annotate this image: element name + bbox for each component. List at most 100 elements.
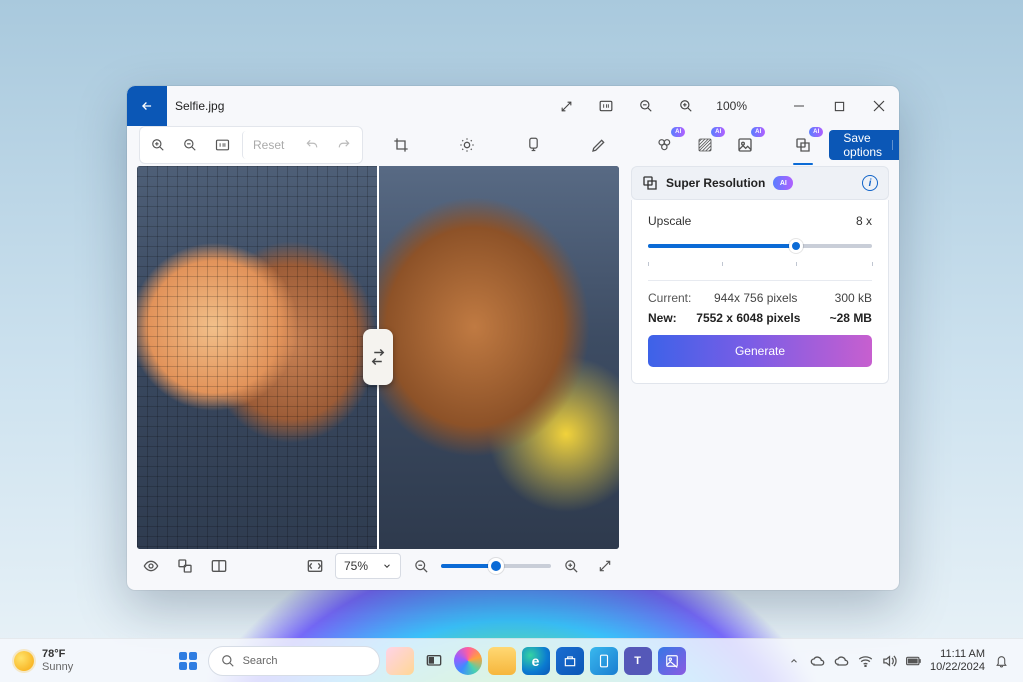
taskbar-file-explorer[interactable] [488, 647, 516, 675]
adjust-tool[interactable] [453, 131, 481, 159]
erase-tool[interactable]: AI [651, 131, 679, 159]
panel-title: Super Resolution [666, 176, 765, 190]
taskbar-edge[interactable]: e [522, 647, 550, 675]
background-tool[interactable]: AI [691, 131, 719, 159]
zoom-out-button[interactable] [630, 90, 662, 122]
new-dimensions-row: New: 7552 x 6048 pixels ~28 MB [648, 311, 872, 325]
desktop-wallpaper: Selfie.jpg 100% [0, 0, 1023, 682]
notifications-icon[interactable] [993, 653, 1009, 669]
weather-condition: Sunny [42, 661, 73, 673]
super-resolution-icon [795, 137, 811, 153]
taskbar-store[interactable] [556, 647, 584, 675]
upscale-slider[interactable] [648, 234, 872, 258]
new-label: New: [648, 311, 677, 325]
taskbar-copilot[interactable] [454, 647, 482, 675]
current-dimensions-row: Current: 944x 756 pixels 300 kB [648, 291, 872, 305]
crop-tool[interactable] [387, 131, 415, 159]
panel-header: Super Resolution AI i [631, 166, 889, 200]
new-size: ~28 MB [820, 311, 872, 325]
save-options-button[interactable]: Save options [829, 130, 899, 160]
eye-icon [143, 558, 159, 574]
slider-ticks [648, 262, 872, 270]
close-button[interactable] [863, 90, 895, 122]
cloud-icon[interactable] [834, 653, 850, 669]
zoom-out-icon [414, 559, 429, 574]
maximize-button[interactable] [823, 90, 855, 122]
after-image [378, 166, 619, 549]
current-pixels: 944x 756 pixels [714, 291, 797, 305]
zoom-in-button[interactable] [670, 90, 702, 122]
system-tray[interactable]: 11:11 AM 10/22/2024 [786, 648, 1009, 672]
ai-badge-icon: AI [773, 176, 793, 190]
photos-editor-window: Selfie.jpg 100% [127, 86, 899, 590]
toggle-preview-button[interactable] [137, 552, 165, 580]
tray-chevron-up[interactable] [786, 653, 802, 669]
taskbar-search[interactable]: Search [208, 646, 380, 676]
compare-layers-icon [177, 558, 193, 574]
minimize-icon [793, 100, 805, 112]
image-canvas[interactable] [137, 166, 619, 549]
task-view-icon [426, 654, 442, 668]
taskbar-date: 10/22/2024 [930, 661, 985, 673]
restyle-icon [737, 137, 753, 153]
taskbar: 78°F Sunny Search e T [0, 638, 1023, 682]
compare-toggle-button[interactable] [171, 552, 199, 580]
file-name: Selfie.jpg [175, 99, 224, 113]
before-image [137, 166, 378, 549]
search-placeholder: Search [243, 655, 278, 667]
panel-body: Upscale 8 x Current: 944x 756 pixel [631, 200, 889, 384]
super-resolution-tool[interactable]: AI [789, 131, 817, 159]
filter-icon [526, 137, 541, 153]
markup-tool[interactable] [585, 131, 613, 159]
open-external-button[interactable] [550, 90, 582, 122]
super-resolution-panel: Super Resolution AI i Upscale 8 x [631, 166, 889, 584]
filter-tool[interactable] [519, 131, 547, 159]
zoom-out-icon [183, 138, 197, 152]
back-button[interactable] [127, 86, 167, 126]
toolbar-tools-group: AI AI AI AI [387, 131, 817, 159]
undo-button[interactable] [298, 131, 326, 159]
fit-to-window-button[interactable] [590, 90, 622, 122]
restyle-tool[interactable]: AI [731, 131, 759, 159]
taskbar-center: Search e T [174, 646, 686, 676]
taskbar-teams[interactable]: T [624, 647, 652, 675]
taskbar-photos[interactable] [658, 647, 686, 675]
toolbar-zoom-in[interactable] [144, 131, 172, 159]
onedrive-icon[interactable] [810, 653, 826, 669]
compare-handle[interactable] [363, 329, 393, 385]
fit-screen-button[interactable] [301, 552, 329, 580]
generate-button[interactable]: Generate [648, 335, 872, 367]
canvas-zoom-slider[interactable] [441, 554, 551, 578]
start-button[interactable] [174, 647, 202, 675]
taskbar-time: 11:11 AM [930, 648, 985, 660]
toolbar-zoom-out[interactable] [176, 131, 204, 159]
taskbar-app-widgets[interactable] [386, 647, 414, 675]
redo-button[interactable] [330, 131, 358, 159]
info-button[interactable]: i [862, 175, 878, 191]
ai-badge-icon: AI [711, 127, 725, 137]
split-view-button[interactable] [205, 552, 233, 580]
phone-icon [599, 654, 609, 668]
fullscreen-button[interactable] [591, 552, 619, 580]
reset-button[interactable]: Reset [242, 131, 294, 159]
split-view-icon [211, 559, 227, 573]
taskbar-clock[interactable]: 11:11 AM 10/22/2024 [930, 648, 985, 672]
canvas-zoom-in[interactable] [557, 552, 585, 580]
weather-widget[interactable]: 78°F Sunny [14, 648, 73, 672]
weather-temp: 78°F [42, 648, 73, 660]
zoom-in-icon [679, 99, 693, 113]
wifi-icon[interactable] [858, 653, 874, 669]
ai-badge-icon: AI [671, 127, 685, 137]
expand-diagonal-icon [598, 559, 612, 573]
slider-thumb[interactable] [488, 558, 504, 574]
volume-icon[interactable] [882, 653, 898, 669]
battery-icon[interactable] [906, 653, 922, 669]
canvas-zoom-out[interactable] [407, 552, 435, 580]
toolbar-fit[interactable] [208, 131, 236, 159]
toolbar-zoom-group: Reset [139, 126, 363, 164]
taskbar-phone-link[interactable] [590, 647, 618, 675]
slider-thumb[interactable] [789, 239, 803, 253]
taskbar-task-view[interactable] [420, 647, 448, 675]
canvas-zoom-select[interactable]: 75% [335, 553, 401, 579]
minimize-button[interactable] [783, 90, 815, 122]
